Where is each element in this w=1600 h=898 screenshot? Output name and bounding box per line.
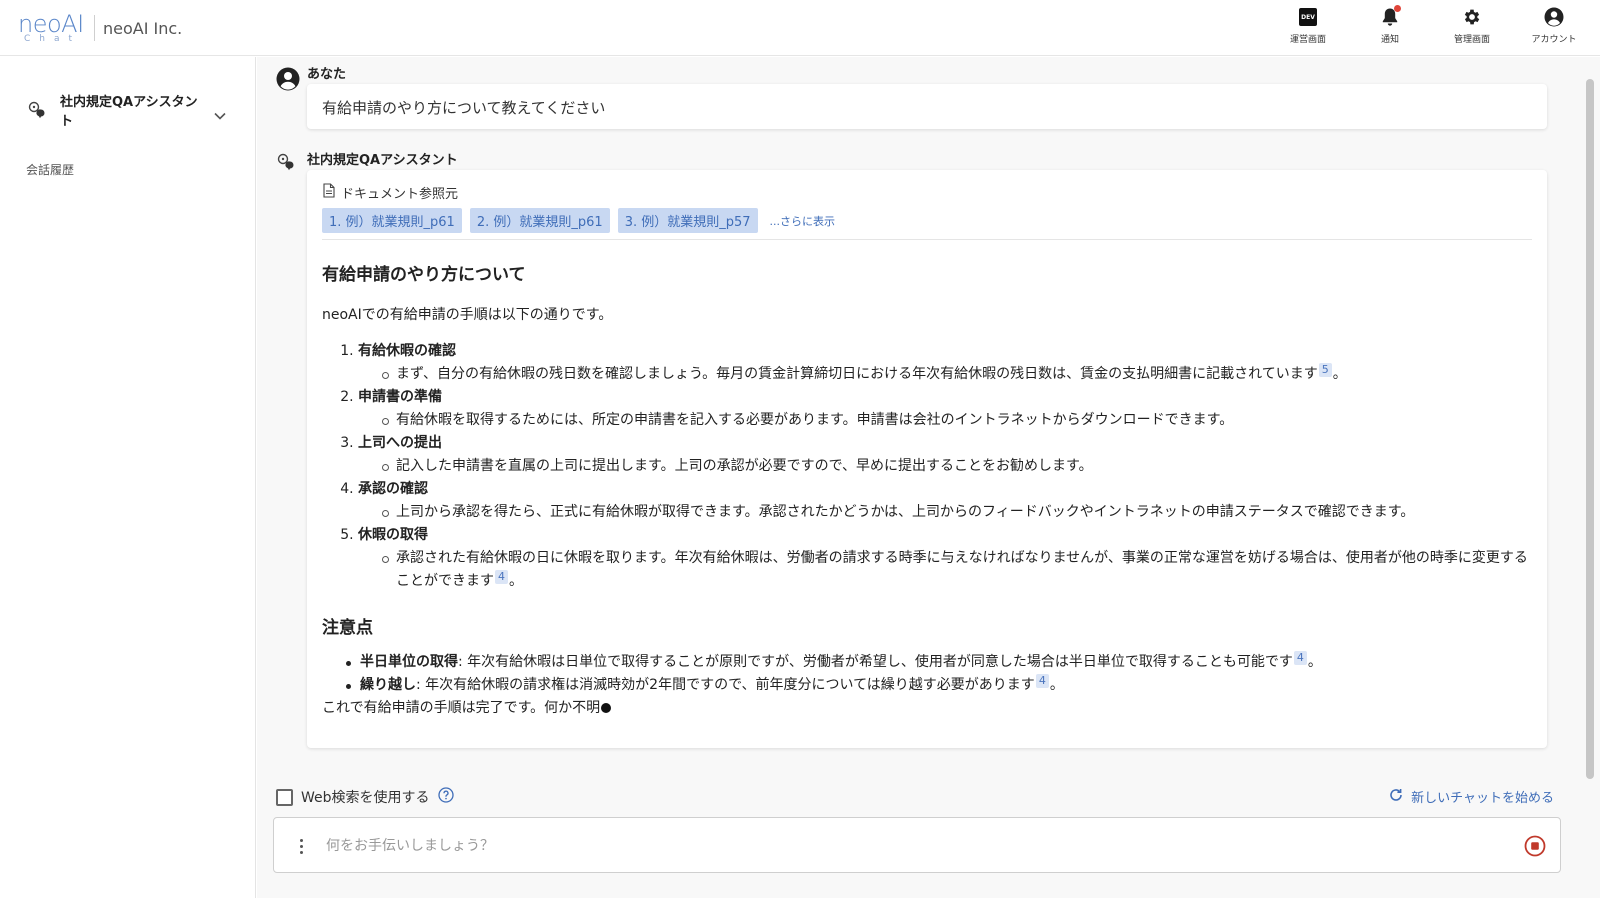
bell-icon (1379, 5, 1401, 28)
answer-intro: neoAIでの有給申請の手順は以下の通りです。 (322, 307, 613, 323)
assistant-name-label: 社内規定QAアシスタント (307, 153, 458, 168)
sidebar: 社内規定QAアシスタント 会話履歴 (8, 57, 256, 898)
list-item: 申請書の準備 有給休暇を取得するためには、所定の申請書を記入する必要があります。… (358, 386, 1532, 432)
logo-sub: Chat (24, 34, 82, 44)
show-more-references-link[interactable]: ...さらに表示 (770, 213, 836, 229)
company-name: neoAI Inc. (103, 18, 183, 38)
list-item: 休暇の取得 承認された有給休暇の日に休暇を取ります。年次有給休暇は、労働者の請求… (358, 524, 1532, 593)
logo-mark: neoAI Chat (18, 8, 90, 48)
assistant-name: 社内規定QAアシスタント (60, 95, 198, 129)
refresh-icon (1389, 788, 1403, 806)
citation-badge[interactable]: 5 (1318, 363, 1332, 377)
assistant-icon (28, 101, 50, 123)
stop-generation-button[interactable] (1524, 835, 1546, 857)
citation-badge[interactable]: 4 (1293, 651, 1307, 665)
new-chat-label: 新しいチャットを始める (1411, 791, 1554, 806)
document-references-header: ドキュメント参照元 (323, 183, 458, 202)
chevron-down-icon (214, 105, 226, 124)
admin-console-button[interactable]: DEV 運営画面 (1280, 6, 1336, 45)
conversation-history-label: 会話履歴 (26, 163, 75, 177)
user-avatar-icon (276, 67, 300, 91)
app-logo[interactable]: neoAI Chat neoAI Inc. (18, 8, 182, 48)
settings-button[interactable]: 管理画面 (1444, 6, 1500, 45)
list-item: 半日単位の取得: 年次有給休暇は日単位で取得することが原則ですが、労働者が希望し… (346, 651, 1532, 674)
web-search-checkbox[interactable] (276, 788, 293, 806)
header-actions: DEV 運営画面 通知 管理画面 アカウント (1280, 5, 1582, 45)
help-icon[interactable] (437, 787, 454, 807)
more-options-icon[interactable] (294, 834, 308, 858)
reference-chip[interactable]: 2. 例）就業規則_p61 (469, 208, 610, 233)
settings-label: 管理画面 (1453, 35, 1490, 45)
chat-main: あなた 有給申請のやり方について教えてください 社内規定QAアシスタント ドキュ… (257, 57, 1600, 898)
document-icon (323, 183, 335, 202)
assistant-avatar-icon (277, 153, 299, 175)
notifications-button[interactable]: 通知 (1362, 5, 1418, 45)
list-item: 承認の確認 上司から承認を得たら、正式に有給休暇が取得できます。承認されたかどう… (358, 478, 1532, 524)
reference-chip[interactable]: 1. 例）就業規則_p61 (322, 208, 462, 233)
streaming-cursor (601, 703, 612, 713)
notification-dot (1394, 5, 1401, 12)
list-item: 繰り越し: 年次有給休暇の請求権は消滅時効が2年間ですので、前年度分については繰… (346, 674, 1532, 697)
account-icon (1543, 6, 1565, 28)
reference-chip[interactable]: 3. 例）就業規則_p57 (617, 208, 758, 233)
notifications-label: 通知 (1380, 35, 1399, 45)
divider (322, 239, 1532, 240)
answer-content: 有給申請のやり方について neoAIでの有給申請の手順は以下の通りです。 有給休… (322, 260, 1532, 720)
assistant-selector[interactable]: 社内規定QAアシスタント (28, 93, 238, 131)
list-item: 有給休暇の確認 まず、自分の有給休暇の残日数を確認しましょう。毎月の賃金計算締切… (358, 340, 1532, 386)
chat-scrollbar[interactable] (1586, 79, 1594, 779)
web-search-label: Web検索を使用する (301, 790, 430, 806)
notes-list: 半日単位の取得: 年次有給休暇は日単位で取得することが原則ですが、労働者が希望し… (322, 651, 1532, 697)
answer-closing: これで有給申請の手順は完了です。何か不明 (322, 697, 1532, 720)
chat-input-bar (273, 817, 1561, 873)
user-message: 有給申請のやり方について教えてください (307, 84, 1547, 129)
list-item: 上司への提出 記入した申請書を直属の上司に提出します。上司の承認が必要ですので、… (358, 432, 1532, 478)
citation-badge[interactable]: 4 (1035, 674, 1049, 688)
account-label: アカウント (1531, 35, 1577, 45)
gear-icon (1461, 6, 1483, 28)
citation-badge[interactable]: 4 (495, 570, 508, 584)
answer-title: 有給申請のやり方について (322, 265, 526, 285)
user-name: あなた (307, 67, 347, 82)
app-header: neoAI Chat neoAI Inc. DEV 運営画面 通知 管理画面 ア… (0, 0, 1600, 56)
document-references-label: ドキュメント参照元 (341, 187, 459, 202)
assistant-message: ドキュメント参照元 1. 例）就業規則_p61 2. 例）就業規則_p61 3.… (307, 170, 1547, 748)
logo-divider (94, 15, 95, 41)
reference-chips: 1. 例）就業規則_p61 2. 例）就業規則_p61 3. 例）就業規則_p5… (322, 208, 835, 233)
account-button[interactable]: アカウント (1526, 6, 1582, 45)
web-search-toggle[interactable]: Web検索を使用する (276, 787, 454, 807)
chat-input[interactable] (326, 832, 1486, 860)
notes-title: 注意点 (322, 618, 373, 638)
new-chat-button[interactable]: 新しいチャットを始める (1389, 787, 1554, 806)
dev-icon: DEV (1297, 6, 1319, 28)
steps-list: 有給休暇の確認 まず、自分の有給休暇の残日数を確認しましょう。毎月の賃金計算締切… (322, 340, 1532, 593)
admin-console-label: 運営画面 (1289, 35, 1326, 45)
